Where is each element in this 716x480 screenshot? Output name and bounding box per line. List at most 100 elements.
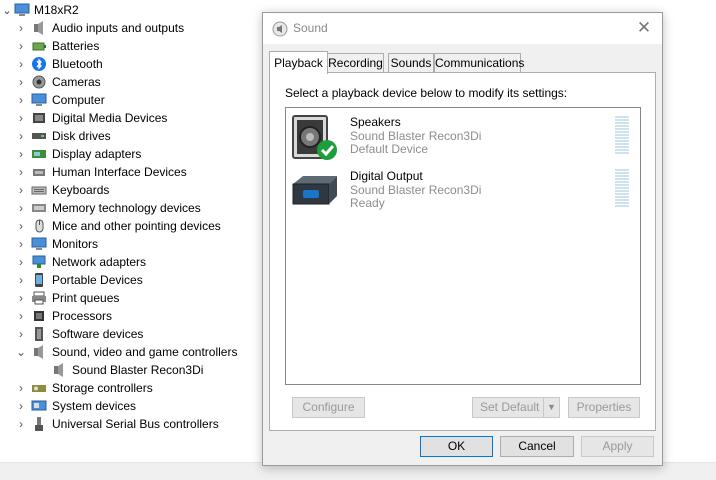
expand-arrow-icon[interactable]: › bbox=[14, 21, 28, 35]
tab-sounds[interactable]: Sounds bbox=[388, 53, 434, 73]
tree-category-label: Memory technology devices bbox=[52, 201, 201, 215]
tree-category-label: Storage controllers bbox=[52, 381, 153, 395]
properties-button[interactable]: Properties bbox=[568, 397, 640, 418]
playback-panel: Select a playback device below to modify… bbox=[269, 72, 656, 431]
mouse-icon bbox=[35, 219, 44, 233]
expand-arrow-icon[interactable]: › bbox=[14, 417, 28, 431]
tab-label: Playback bbox=[274, 56, 323, 70]
tree-category[interactable]: › Display adapters bbox=[0, 145, 141, 163]
tree-device-label: Sound Blaster Recon3Di bbox=[72, 363, 204, 377]
playback-device-list[interactable]: Speakers Sound Blaster Recon3Di Default … bbox=[285, 107, 641, 385]
expand-arrow-icon[interactable]: › bbox=[14, 291, 28, 305]
dialog-title: Sound bbox=[293, 21, 328, 35]
tree-category-label: Processors bbox=[52, 309, 113, 323]
tree-device[interactable]: Sound Blaster Recon3Di bbox=[51, 361, 203, 379]
expand-arrow-icon[interactable]: › bbox=[14, 57, 28, 71]
device-digital-output[interactable]: Digital Output Sound Blaster Recon3Di Re… bbox=[286, 166, 638, 218]
expand-arrow-icon[interactable]: › bbox=[14, 93, 28, 107]
tree-category[interactable]: › Processors bbox=[0, 307, 112, 325]
default-check-icon bbox=[317, 140, 337, 160]
tree-category[interactable]: › Network adapters bbox=[0, 253, 146, 271]
expand-arrow-icon[interactable]: › bbox=[14, 183, 28, 197]
monitor-icon bbox=[31, 237, 47, 250]
tree-category[interactable]: › Cameras bbox=[0, 73, 101, 91]
tree-category-label: Computer bbox=[52, 93, 105, 107]
collapse-arrow-icon[interactable]: ⌄ bbox=[0, 4, 14, 17]
tree-category[interactable]: › Universal Serial Bus controllers bbox=[0, 415, 219, 433]
expand-arrow-icon[interactable]: › bbox=[14, 219, 28, 233]
tree-category[interactable]: › Keyboards bbox=[0, 181, 109, 199]
close-button[interactable]: ✕ bbox=[632, 17, 656, 39]
tree-category-label: Sound, video and game controllers bbox=[52, 345, 238, 359]
device-status: Default Device bbox=[350, 142, 429, 156]
tree-category-label: Software devices bbox=[52, 327, 144, 341]
collapse-arrow-icon[interactable]: ⌄ bbox=[14, 345, 28, 359]
dropdown-arrow-icon[interactable]: ▼ bbox=[543, 398, 559, 417]
expand-arrow-icon[interactable]: › bbox=[14, 309, 28, 323]
expand-arrow-icon[interactable]: › bbox=[14, 165, 28, 179]
level-meter bbox=[615, 116, 629, 154]
computer-name: M18xR2 bbox=[34, 3, 79, 17]
apply-button[interactable]: Apply bbox=[581, 436, 654, 457]
device-speakers[interactable]: Speakers Sound Blaster Recon3Di Default … bbox=[286, 112, 638, 164]
tree-category[interactable]: › Memory technology devices bbox=[0, 199, 201, 217]
expand-arrow-icon[interactable]: › bbox=[14, 381, 28, 395]
expand-arrow-icon[interactable]: › bbox=[14, 399, 28, 413]
tree-category-label: Portable Devices bbox=[52, 273, 143, 287]
expand-arrow-icon[interactable]: › bbox=[14, 129, 28, 143]
tree-category[interactable]: › Disk drives bbox=[0, 127, 111, 145]
tree-category[interactable]: › Print queues bbox=[0, 289, 119, 307]
expand-arrow-icon[interactable]: › bbox=[14, 147, 28, 161]
digital-output-icon bbox=[292, 176, 337, 205]
tree-category[interactable]: › Monitors bbox=[0, 235, 98, 253]
title-bar[interactable]: Sound ✕ bbox=[263, 13, 662, 44]
tree-category[interactable]: › Storage controllers bbox=[0, 379, 153, 397]
device-description: Sound Blaster Recon3Di bbox=[350, 129, 482, 143]
device-name: Speakers bbox=[350, 115, 401, 129]
expand-arrow-icon[interactable]: › bbox=[14, 237, 28, 251]
tree-category[interactable]: › Audio inputs and outputs bbox=[0, 19, 184, 37]
tree-root-computer[interactable]: ⌄ M18xR2 bbox=[0, 1, 79, 19]
display-adapter-icon bbox=[32, 150, 46, 158]
close-icon: ✕ bbox=[636, 18, 652, 37]
tree-category-label: Human Interface Devices bbox=[52, 165, 187, 179]
expand-arrow-icon[interactable]: › bbox=[14, 327, 28, 341]
cancel-button[interactable]: Cancel bbox=[500, 436, 574, 457]
tree-category[interactable]: › Digital Media Devices bbox=[0, 109, 167, 127]
tree-category[interactable]: › Bluetooth bbox=[0, 55, 103, 73]
tab-communications[interactable]: Communications bbox=[434, 53, 524, 73]
set-default-label: Set Default bbox=[480, 400, 540, 414]
configure-button[interactable]: Configure bbox=[292, 397, 365, 418]
expand-arrow-icon[interactable]: › bbox=[14, 111, 28, 125]
tree-category[interactable]: ⌄ Sound, video and game controllers bbox=[0, 343, 237, 361]
set-default-button[interactable]: Set Default ▼ bbox=[472, 397, 560, 418]
memory-icon bbox=[32, 204, 46, 212]
tree-category-label: Mice and other pointing devices bbox=[52, 219, 221, 233]
expand-arrow-icon[interactable]: › bbox=[14, 201, 28, 215]
tab-label: Recording bbox=[328, 56, 383, 70]
cancel-label: Cancel bbox=[518, 439, 556, 453]
tab-recording[interactable]: Recording bbox=[327, 53, 384, 73]
sound-dialog: Sound ✕ Playback Recording Sounds Commun… bbox=[262, 12, 663, 466]
device-description: Sound Blaster Recon3Di bbox=[350, 183, 482, 197]
hid-icon bbox=[33, 169, 45, 176]
tree-category[interactable]: › System devices bbox=[0, 397, 136, 415]
tree-category[interactable]: › Mice and other pointing devices bbox=[0, 217, 221, 235]
tree-category[interactable]: › Human Interface Devices bbox=[0, 163, 187, 181]
tree-category-label: Disk drives bbox=[52, 129, 111, 143]
expand-arrow-icon[interactable]: › bbox=[14, 75, 28, 89]
tree-category[interactable]: › Software devices bbox=[0, 325, 143, 343]
tree-category[interactable]: › Computer bbox=[0, 91, 105, 109]
tree-category-label: Audio inputs and outputs bbox=[52, 21, 185, 35]
instructions-text: Select a playback device below to modify… bbox=[285, 86, 568, 100]
ok-button[interactable]: OK bbox=[420, 436, 493, 457]
expand-arrow-icon[interactable]: › bbox=[14, 39, 28, 53]
network-icon bbox=[32, 255, 46, 268]
tree-category[interactable]: › Batteries bbox=[0, 37, 99, 55]
expand-arrow-icon[interactable]: › bbox=[14, 255, 28, 269]
expand-arrow-icon[interactable]: › bbox=[14, 273, 28, 287]
ok-label: OK bbox=[447, 439, 466, 453]
tree-category[interactable]: › Portable Devices bbox=[0, 271, 143, 289]
tab-playback[interactable]: Playback bbox=[269, 51, 328, 74]
battery-icon bbox=[32, 42, 46, 51]
